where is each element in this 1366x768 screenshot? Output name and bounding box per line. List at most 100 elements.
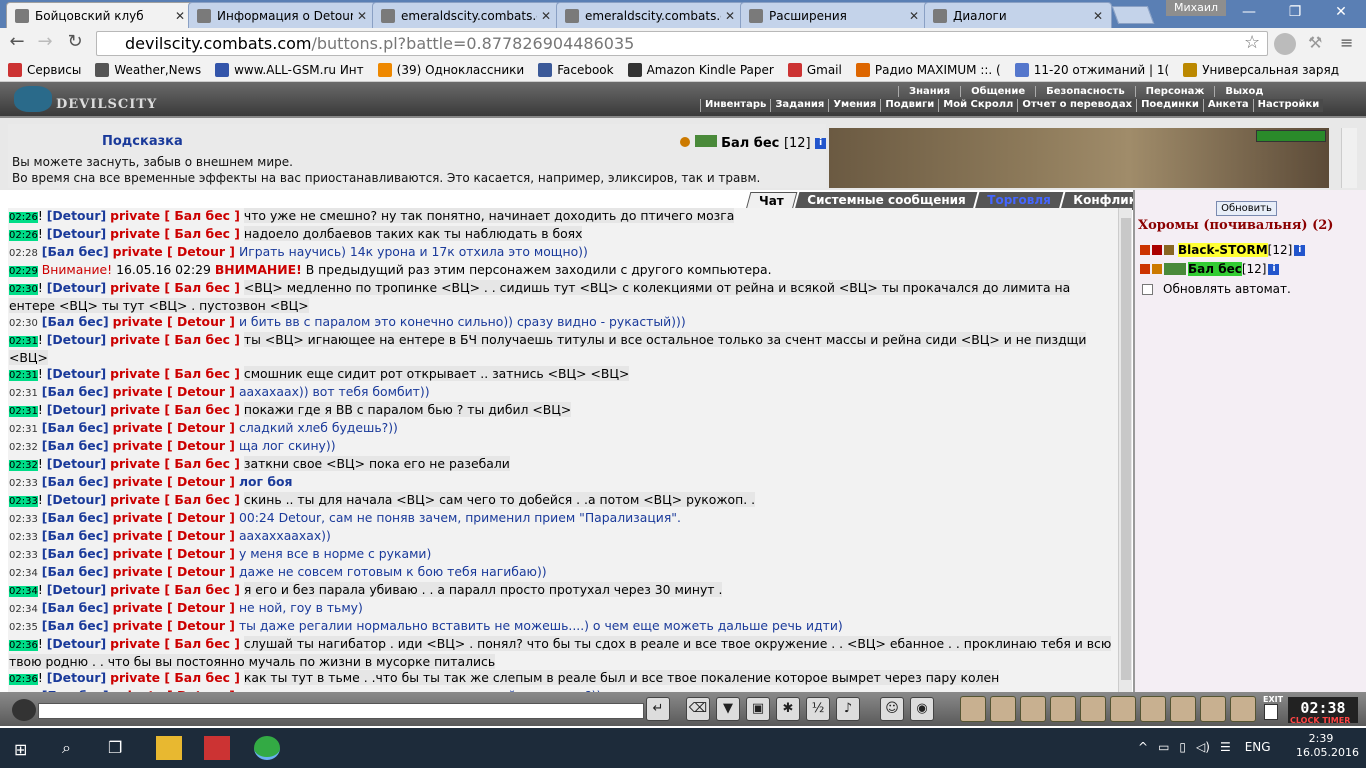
chat-sender[interactable]: [Бал бес] [42, 438, 109, 453]
chat-sender[interactable]: [Бал бес] [42, 384, 109, 399]
fraction-icon[interactable]: ½ [806, 697, 830, 721]
chat-sender[interactable]: [Бал бес] [42, 546, 109, 561]
lock2-icon[interactable] [1170, 696, 1196, 722]
chat-time[interactable]: 02:34 [9, 604, 38, 615]
menu-icon[interactable]: ≡ [1340, 33, 1353, 52]
profile-name[interactable]: Михаил [1166, 0, 1226, 16]
chat-time[interactable]: 02:36 [9, 674, 38, 685]
top-menu-item[interactable]: Общение [960, 86, 1035, 97]
sub-menu-item[interactable]: Анкета [1202, 99, 1253, 112]
sub-menu-item[interactable]: Поединки [1136, 99, 1203, 112]
chat-sender[interactable]: [Бал бес] [42, 618, 109, 633]
info-icon[interactable]: i [815, 138, 827, 149]
chat-time[interactable]: 02:31 [9, 424, 38, 435]
smiley-icon[interactable]: ☺ [880, 697, 904, 721]
hint-user[interactable]: Бал бес [12] i [680, 135, 827, 151]
reload-icon[interactable]: ↻ [64, 31, 86, 52]
checkbox-box[interactable] [1142, 283, 1153, 295]
refresh-button[interactable]: Обновить [1216, 201, 1277, 216]
chat-sender[interactable]: [Бал бес] [42, 244, 109, 259]
chat-time[interactable]: 02:26 [9, 230, 38, 241]
chat-private-target[interactable]: private [ Бал бес ] [110, 456, 240, 471]
chat-private-target[interactable]: private [ Бал бес ] [110, 402, 240, 417]
chat-time[interactable]: 02:34 [9, 586, 38, 597]
bookmark-item[interactable]: 11-20 отжиманий | 1( [1014, 62, 1169, 77]
chat-time[interactable]: 02:30 [9, 284, 38, 295]
exit-label[interactable]: EXIT [1263, 695, 1283, 704]
sub-menu-item[interactable]: Мой Скролл [938, 99, 1017, 112]
info-icon[interactable]: i [1268, 263, 1280, 275]
chat-sender[interactable]: [Бал бес] [42, 600, 109, 615]
chat-sender[interactable]: [Detour] [47, 582, 106, 597]
chat-private-target[interactable]: private [ Detour ] [113, 510, 235, 525]
notification-icon[interactable]: ☰ [1220, 740, 1231, 754]
tab-close-icon[interactable]: ✕ [725, 9, 735, 23]
flag-icon[interactable] [1230, 696, 1256, 722]
system-clock[interactable]: 2:39 16.05.2016 [1296, 732, 1359, 760]
chat-sender[interactable]: [Detour] [47, 332, 106, 347]
tab-close-icon[interactable]: ✕ [175, 9, 185, 23]
chat-time[interactable]: 02:31 [9, 388, 38, 399]
crown-icon[interactable] [1050, 696, 1076, 722]
chat-time[interactable]: 02:31 [9, 336, 38, 347]
sub-menu-item[interactable]: Настройки [1252, 99, 1324, 112]
chat-time[interactable]: 02:33 [9, 550, 38, 561]
chat-time[interactable]: 02:33 [9, 478, 38, 489]
search-icon[interactable]: ⌕ [62, 738, 71, 758]
browser-tab[interactable]: Расширения ✕ [740, 2, 928, 28]
chat-sender[interactable]: [Detour] [47, 366, 106, 381]
chat-time[interactable]: 02:29 [9, 266, 38, 277]
chat-private-target[interactable]: private [ Бал бес ] [110, 226, 240, 241]
volume-icon[interactable]: ◁) [1196, 740, 1210, 754]
chat-private-target[interactable]: private [ Бал бес ] [110, 670, 240, 685]
chat-sender[interactable]: [Detour] [47, 226, 106, 241]
chat-private-target[interactable]: private [ Бал бес ] [110, 208, 240, 223]
chat-time[interactable]: 02:30 [9, 318, 38, 329]
tab-close-icon[interactable]: ✕ [541, 9, 551, 23]
top-menu-item[interactable]: Безопасность [1035, 86, 1135, 97]
tab-close-icon[interactable]: ✕ [357, 9, 367, 23]
forward-icon[interactable]: → [34, 31, 56, 52]
bookmark-item[interactable]: Gmail [787, 62, 842, 77]
chat-private-target[interactable]: private [ Detour ] [113, 244, 235, 259]
sub-menu-item[interactable]: Умения [828, 99, 880, 112]
chrome-icon[interactable] [254, 736, 280, 760]
chat-private-target[interactable]: private [ Бал бес ] [110, 492, 240, 507]
chat-private-target[interactable]: private [ Бал бес ] [110, 280, 240, 295]
chat-private-target[interactable]: private [ Detour ] [113, 420, 235, 435]
chat-private-target[interactable]: private [ Бал бес ] [110, 636, 240, 651]
send-icon[interactable]: ↵ [646, 697, 670, 721]
exit-door-icon[interactable] [1264, 704, 1278, 720]
chevron-up-icon[interactable]: ^ [1138, 740, 1148, 754]
hint-scrollbar[interactable] [1341, 128, 1357, 188]
battery-icon[interactable]: ▯ [1179, 740, 1186, 754]
helmet-icon[interactable]: ◉ [910, 697, 934, 721]
auto-refresh-checkbox[interactable]: Обновлять автомат. [1142, 282, 1291, 296]
top-menu-item[interactable]: Выход [1214, 86, 1273, 97]
chat-sender[interactable]: [Бал бес] [42, 564, 109, 579]
room-user[interactable]: Бал бес [12] i [1140, 262, 1280, 276]
chat-sender[interactable]: [Бал бес] [42, 528, 109, 543]
chat-time[interactable]: 02:33 [9, 532, 38, 543]
chat-private-target[interactable]: private [ Detour ] [113, 618, 235, 633]
browser-tab[interactable]: emeraldscity.combats.co ✕ [556, 2, 744, 28]
room-user-name[interactable]: Black-STORM [1178, 243, 1268, 257]
clear-icon[interactable]: ⌫ [686, 697, 710, 721]
bookmark-item[interactable]: Weather,News [95, 62, 201, 77]
room-user-name[interactable]: Бал бес [1188, 262, 1242, 276]
sub-menu-item[interactable]: Задания [770, 99, 828, 112]
chat-time[interactable]: 02:33 [9, 496, 38, 507]
chat-private-target[interactable]: private [ Detour ] [113, 564, 235, 579]
language-indicator[interactable]: ENG [1245, 740, 1271, 754]
sub-menu-item[interactable]: Отчет о переводах [1017, 99, 1136, 112]
app-icon[interactable] [204, 736, 230, 760]
sub-menu-item[interactable]: Подвиги [880, 99, 938, 112]
bookmark-item[interactable]: Универсальная заряд [1183, 62, 1339, 77]
chat-sender[interactable]: [Detour] [47, 208, 106, 223]
chat-time[interactable]: 02:32 [9, 460, 38, 471]
browser-tab[interactable]: Диалоги ✕ [924, 2, 1112, 28]
sub-menu-item[interactable]: Инвентарь [700, 99, 770, 112]
chat-sender[interactable]: [Detour] [47, 670, 106, 685]
chat-time[interactable]: 02:31 [9, 370, 38, 381]
chat-time[interactable]: 02:26 [9, 212, 38, 223]
